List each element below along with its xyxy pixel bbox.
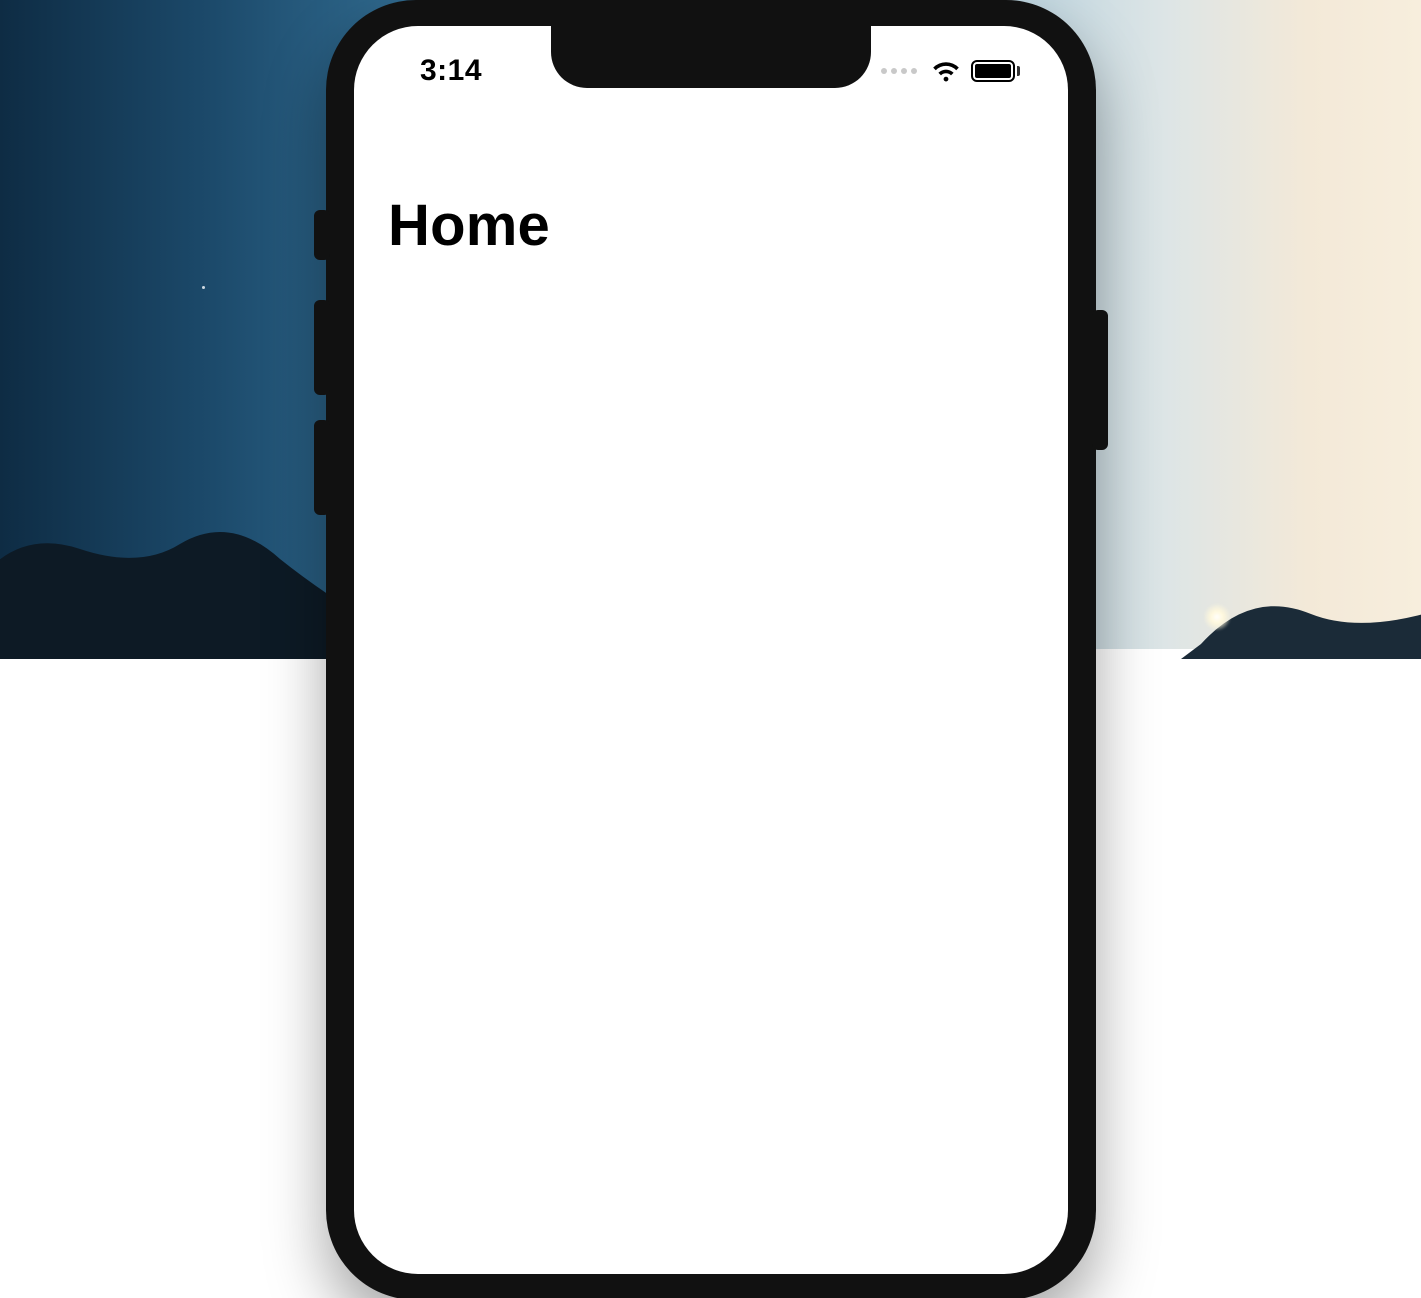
phone-screen: 3:14 Home [354,26,1068,1274]
power-button[interactable] [1092,310,1108,450]
page-title: Home [388,192,550,259]
battery-icon [971,60,1020,82]
wallpaper-star [202,286,205,289]
status-bar: 3:14 [354,48,1068,94]
mute-switch[interactable] [314,210,330,260]
status-right-icons [881,60,1020,82]
status-time: 3:14 [420,54,482,88]
phone-frame: 3:14 Home [326,0,1096,1298]
volume-down-button[interactable] [314,420,330,515]
cellular-dots-icon [881,68,917,74]
wallpaper-sun [1203,603,1231,631]
wifi-icon [931,60,961,82]
volume-up-button[interactable] [314,300,330,395]
